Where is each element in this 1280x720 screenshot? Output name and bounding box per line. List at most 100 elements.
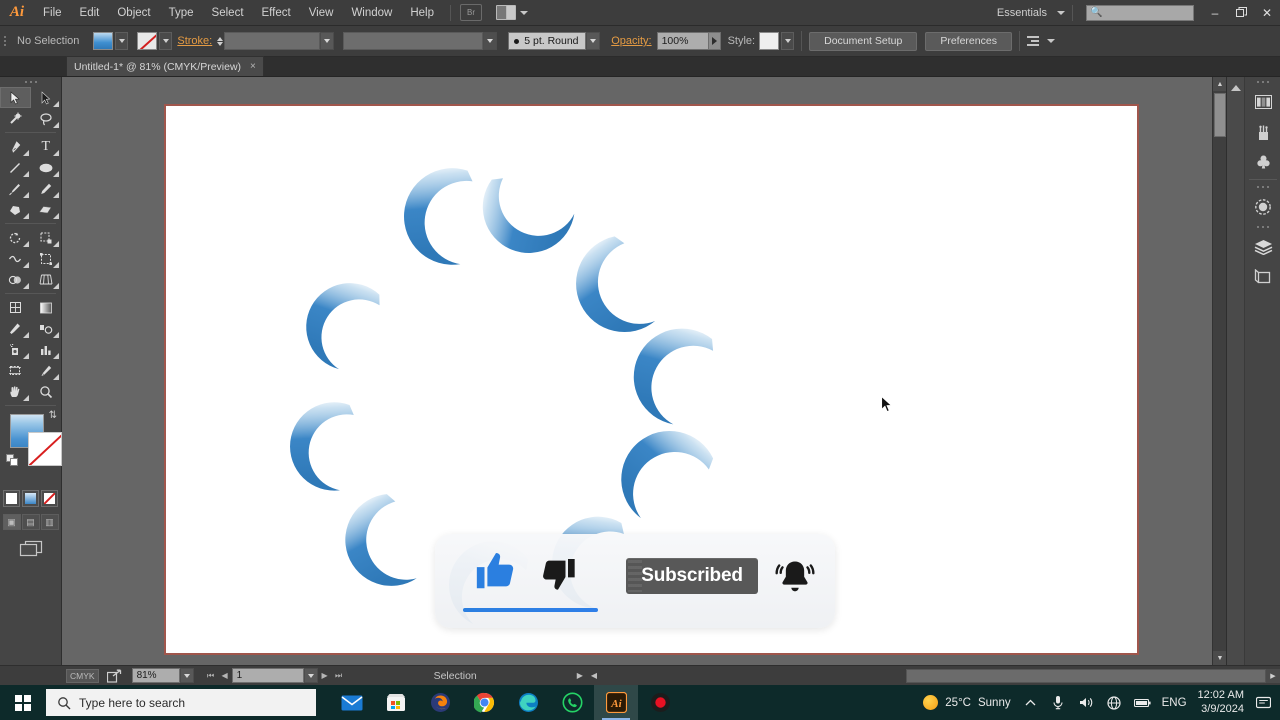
stroke-profile-group[interactable] — [343, 32, 498, 50]
opacity-flyout-button[interactable] — [708, 32, 721, 50]
volume-icon[interactable] — [1078, 693, 1095, 713]
pen-tool[interactable] — [0, 136, 31, 157]
stroke-profile-field[interactable] — [343, 32, 484, 50]
menu-type[interactable]: Type — [160, 0, 203, 26]
brushes-panel-icon[interactable] — [1245, 117, 1280, 147]
color-button[interactable] — [3, 490, 20, 507]
free-transform-tool[interactable] — [31, 248, 62, 269]
menu-window[interactable]: Window — [342, 0, 401, 26]
direct-selection-tool[interactable] — [31, 87, 62, 108]
swap-fill-stroke-icon[interactable]: ⇅ — [49, 410, 57, 421]
perspective-grid-tool[interactable] — [31, 269, 62, 290]
artboard-tool[interactable] — [0, 360, 31, 381]
fill-dropdown-button[interactable] — [115, 32, 129, 50]
language-indicator[interactable]: ENG — [1162, 697, 1187, 709]
chevron-left-icon[interactable]: ◀ — [591, 671, 597, 680]
blob-brush-tool[interactable] — [0, 199, 31, 220]
stroke-swatch[interactable] — [137, 32, 158, 50]
screen-recorder-app-icon[interactable] — [638, 685, 682, 720]
opacity-field[interactable]: 100% — [656, 32, 709, 50]
stroke-weight-field[interactable] — [224, 32, 321, 50]
stroke-profile-dropdown[interactable] — [483, 32, 498, 50]
eyedropper-tool[interactable] — [0, 318, 31, 339]
menu-edit[interactable]: Edit — [71, 0, 109, 26]
previous-artboard-button[interactable]: ◀ — [218, 668, 232, 683]
none-button[interactable] — [41, 490, 58, 507]
column-graph-tool[interactable] — [31, 339, 62, 360]
zoom-level-dropdown[interactable] — [179, 668, 194, 683]
align-options-button[interactable] — [1026, 36, 1055, 46]
panel-dock-grip[interactable] — [1245, 222, 1280, 232]
whatsapp-app-icon[interactable] — [550, 685, 594, 720]
expand-panels-button[interactable] — [1227, 77, 1245, 665]
menu-effect[interactable]: Effect — [253, 0, 300, 26]
menu-file[interactable]: File — [34, 0, 71, 26]
start-button[interactable] — [0, 685, 46, 720]
scale-tool[interactable] — [31, 227, 62, 248]
fill-swatch-group[interactable] — [93, 32, 129, 50]
style-dropdown-button[interactable] — [781, 32, 795, 50]
first-artboard-button[interactable]: ⏮ — [204, 668, 218, 683]
stroke-color-swatch[interactable] — [28, 432, 62, 466]
taskbar-search-input[interactable]: Type here to search — [46, 689, 316, 716]
like-button[interactable] — [473, 548, 519, 599]
selection-tool[interactable] — [0, 87, 31, 108]
workspace-switcher[interactable]: Essentials — [991, 7, 1065, 19]
document-canvas[interactable]: Subscribed ▲ ▼ — [62, 77, 1227, 665]
artboards-panel-icon[interactable] — [1245, 262, 1280, 292]
lasso-tool[interactable] — [31, 108, 62, 129]
bridge-icon[interactable]: Br — [460, 4, 482, 21]
scroll-down-button[interactable]: ▼ — [1213, 651, 1227, 665]
stroke-swatch-group[interactable] — [137, 32, 173, 50]
horizontal-scrollbar-thumb[interactable] — [906, 668, 1266, 683]
brush-definition-dropdown[interactable] — [586, 32, 601, 50]
gradient-button[interactable] — [22, 490, 39, 507]
chevron-right-icon[interactable]: ▶ — [577, 671, 583, 680]
menu-help[interactable]: Help — [401, 0, 443, 26]
ellipse-tool[interactable] — [31, 157, 62, 178]
fill-swatch[interactable] — [93, 32, 114, 50]
stroke-label[interactable]: Stroke: — [172, 35, 217, 47]
show-hidden-icons-button[interactable] — [1022, 693, 1039, 713]
close-icon[interactable]: × — [250, 61, 256, 72]
search-input[interactable]: 🔍 — [1086, 4, 1194, 21]
pencil-tool[interactable] — [31, 178, 62, 199]
style-swatch[interactable] — [759, 32, 780, 50]
illustrator-app-icon[interactable]: Ai — [594, 685, 638, 720]
symbol-sprayer-tool[interactable] — [0, 339, 31, 360]
minimize-button[interactable]: – — [1202, 0, 1228, 26]
draw-normal-button[interactable]: ▣ — [2, 514, 21, 530]
last-artboard-button[interactable]: ⏭ — [332, 668, 346, 683]
menu-select[interactable]: Select — [203, 0, 253, 26]
brush-definition-field[interactable]: 5 pt. Round — [508, 32, 587, 50]
blend-tool[interactable] — [31, 318, 62, 339]
stroke-weight-dropdown[interactable] — [320, 32, 335, 50]
menu-object[interactable]: Object — [108, 0, 159, 26]
network-icon[interactable] — [1106, 693, 1123, 713]
shape-builder-tool[interactable] — [0, 269, 31, 290]
restore-button[interactable] — [1228, 0, 1254, 26]
chrome-app-icon[interactable] — [462, 685, 506, 720]
menu-view[interactable]: View — [300, 0, 343, 26]
firefox-app-icon[interactable] — [418, 685, 462, 720]
paintbrush-tool[interactable] — [0, 178, 31, 199]
panel-dock-grip[interactable] — [1245, 77, 1280, 87]
weather-widget[interactable]: 25°C Sunny — [923, 695, 1011, 710]
line-segment-tool[interactable] — [0, 157, 31, 178]
layers-panel-icon[interactable] — [1245, 232, 1280, 262]
symbols-panel-icon[interactable] — [1245, 147, 1280, 177]
panel-dock-grip[interactable] — [1245, 182, 1280, 192]
notification-bell-button[interactable] — [773, 556, 817, 605]
opacity-label[interactable]: Opacity: — [606, 35, 656, 47]
width-tool[interactable] — [0, 248, 31, 269]
next-artboard-button[interactable]: ▶ — [318, 668, 332, 683]
document-tab[interactable]: Untitled-1* @ 81% (CMYK/Preview) × — [66, 56, 264, 76]
scroll-up-button[interactable]: ▲ — [1213, 77, 1227, 91]
artboard-number-field[interactable]: 1 — [231, 668, 304, 683]
close-button[interactable]: ✕ — [1254, 0, 1280, 26]
default-fill-stroke-icon[interactable] — [6, 454, 18, 466]
edge-app-icon[interactable] — [506, 685, 550, 720]
magic-wand-tool[interactable] — [0, 108, 31, 129]
taskbar-clock[interactable]: 12:02 AM 3/9/2024 — [1198, 689, 1244, 717]
appearance-panel-icon[interactable] — [1245, 192, 1280, 222]
